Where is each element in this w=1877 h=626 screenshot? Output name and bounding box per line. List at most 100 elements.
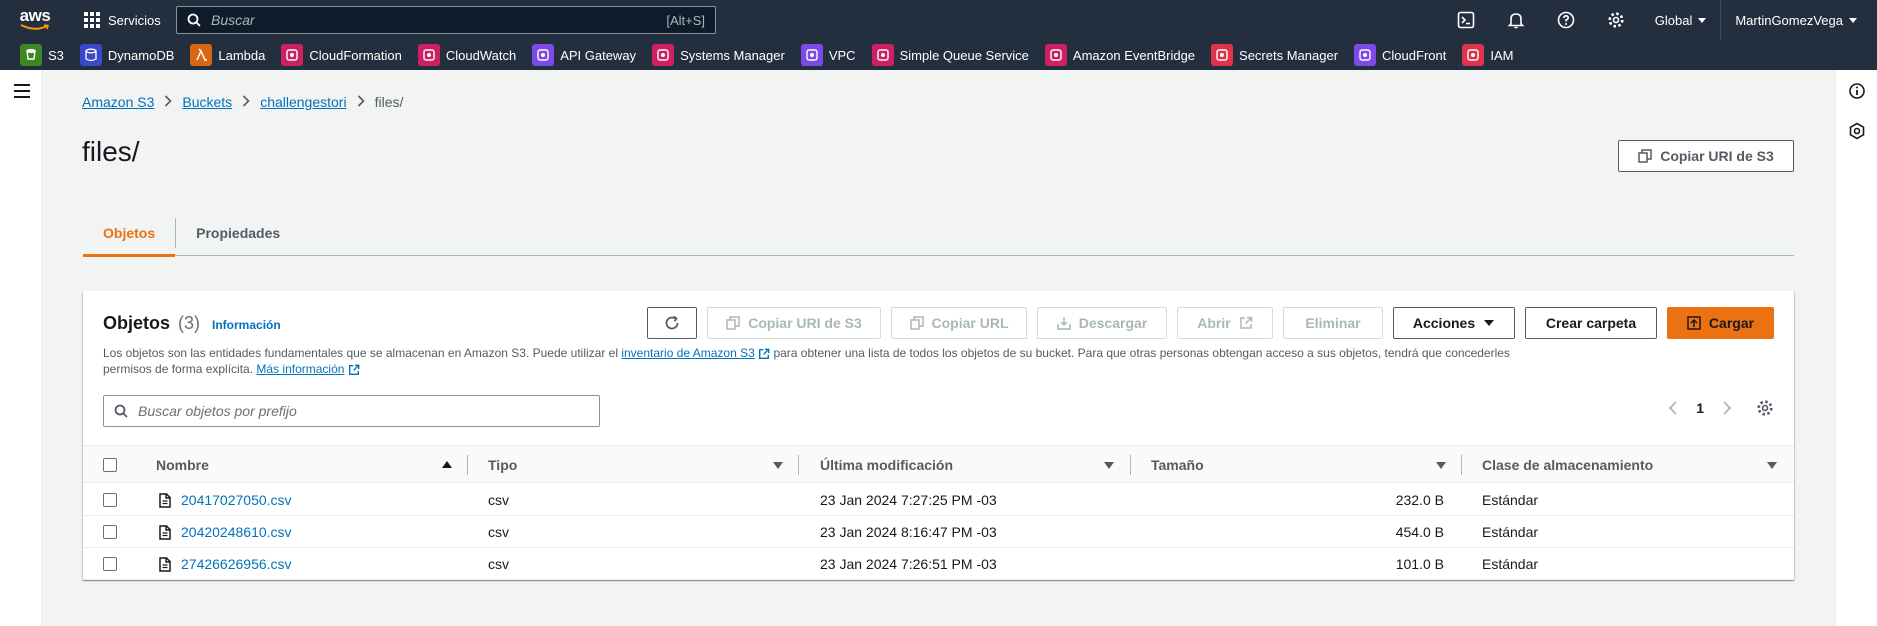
favorite-cloudformation[interactable]: CloudFormation bbox=[281, 44, 402, 66]
region-label: Global bbox=[1654, 12, 1693, 28]
info-link[interactable]: Información bbox=[212, 318, 281, 332]
object-type: csv bbox=[488, 556, 509, 572]
favorite-label: DynamoDB bbox=[107, 47, 175, 63]
cloudfront-service-icon bbox=[1354, 44, 1377, 66]
tab-properties[interactable]: Propiedades bbox=[176, 210, 300, 256]
row-checkbox[interactable] bbox=[103, 493, 117, 507]
column-header-modified[interactable]: Última modificación bbox=[820, 446, 953, 484]
favorite-dynamodb[interactable]: DynamoDB bbox=[79, 44, 175, 66]
breadcrumb: Amazon S3 Buckets challengestori files/ bbox=[82, 94, 403, 110]
column-header-size[interactable]: Tamaño bbox=[1151, 446, 1204, 484]
object-size: 101.0 B bbox=[1395, 556, 1444, 572]
favorite-iam[interactable]: IAM bbox=[1462, 44, 1513, 66]
caret-down-icon bbox=[1849, 17, 1857, 23]
breadcrumb-bucket-name[interactable]: challengestori bbox=[260, 94, 346, 110]
delete-button[interactable]: Eliminar bbox=[1283, 307, 1383, 339]
aws-logo-text: aws bbox=[19, 6, 51, 25]
object-name-link[interactable]: 20417027050.csv bbox=[181, 492, 292, 508]
create-folder-button[interactable]: Crear carpeta bbox=[1525, 307, 1657, 339]
copy-s3-uri-disabled-button[interactable]: Copiar URI de S3 bbox=[707, 307, 881, 339]
column-header-type[interactable]: Tipo bbox=[488, 446, 517, 484]
notifications-button[interactable] bbox=[1491, 0, 1541, 40]
help-button[interactable] bbox=[1541, 0, 1591, 40]
favorite-simple-queue-service[interactable]: Simple Queue Service bbox=[871, 44, 1029, 66]
object-search-placeholder: Buscar objetos por prefijo bbox=[138, 403, 297, 419]
column-header-name[interactable]: Nombre bbox=[156, 446, 209, 484]
aws-logo[interactable]: aws bbox=[0, 0, 70, 40]
services-label: Servicios bbox=[108, 12, 161, 28]
objects-heading: Objetos bbox=[103, 313, 171, 333]
refresh-button[interactable] bbox=[647, 307, 697, 339]
favorite-cloudfront[interactable]: CloudFront bbox=[1354, 44, 1446, 66]
simple-queue-service-service-icon bbox=[871, 44, 894, 66]
gear-icon[interactable] bbox=[1756, 399, 1774, 417]
settings-button[interactable] bbox=[1591, 0, 1641, 40]
tab-objects[interactable]: Objetos bbox=[83, 210, 176, 257]
cloudshell-button[interactable] bbox=[1441, 0, 1491, 40]
upload-icon bbox=[1687, 316, 1701, 330]
search-icon bbox=[114, 404, 128, 418]
hexagon-icon[interactable] bbox=[1848, 122, 1866, 140]
table-row[interactable]: 27426626956.csv csv 23 Jan 2024 7:26:51 PM… bbox=[83, 548, 1794, 580]
info-icon[interactable] bbox=[1848, 82, 1866, 100]
favorite-s3[interactable]: S3 bbox=[20, 44, 64, 66]
download-button[interactable]: Descargar bbox=[1037, 307, 1167, 339]
more-info-link[interactable]: Más información bbox=[256, 362, 344, 376]
table-row[interactable]: 20417027050.csv csv 23 Jan 2024 7:27:25 PM… bbox=[83, 484, 1794, 516]
favorite-secrets-manager[interactable]: Secrets Manager bbox=[1211, 44, 1338, 66]
sort-icon[interactable] bbox=[1767, 462, 1777, 469]
select-all-checkbox[interactable] bbox=[103, 458, 117, 472]
sort-ascending-icon[interactable] bbox=[442, 461, 452, 468]
copy-s3-uri-button[interactable]: Copiar URI de S3 bbox=[1618, 140, 1794, 172]
actions-dropdown[interactable]: Acciones bbox=[1393, 307, 1515, 339]
sort-icon[interactable] bbox=[1104, 462, 1114, 469]
favorite-systems-manager[interactable]: Systems Manager bbox=[652, 44, 785, 66]
chevron-left-icon[interactable] bbox=[1668, 401, 1678, 415]
global-search-input[interactable]: Buscar [Alt+S] bbox=[176, 6, 716, 34]
sort-icon[interactable] bbox=[1436, 462, 1446, 469]
open-button[interactable]: Abrir bbox=[1177, 307, 1273, 339]
page-number[interactable]: 1 bbox=[1696, 400, 1704, 416]
favorite-api-gateway[interactable]: API Gateway bbox=[532, 44, 636, 66]
menu-icon[interactable] bbox=[14, 84, 30, 102]
services-menu-button[interactable]: Servicios bbox=[84, 12, 161, 28]
object-name-link[interactable]: 20420248610.csv bbox=[181, 524, 292, 540]
region-selector[interactable]: Global bbox=[1641, 0, 1721, 40]
favorites-bar: S3 DynamoDB Lambda CloudFormation CloudWatch… bbox=[0, 40, 1877, 70]
object-type: csv bbox=[488, 492, 509, 508]
column-header-storage-class[interactable]: Clase de almacenamiento bbox=[1482, 446, 1653, 484]
column-modified-label: Última modificación bbox=[820, 457, 954, 473]
refresh-icon bbox=[665, 315, 679, 330]
object-name-link[interactable]: 27426626956.csv bbox=[181, 556, 292, 572]
create-folder-label: Crear carpeta bbox=[1545, 315, 1637, 331]
favorite-amazon-eventbridge[interactable]: Amazon EventBridge bbox=[1044, 44, 1195, 66]
table-row[interactable]: 20420248610.csv csv 23 Jan 2024 8:16:47 PM… bbox=[83, 516, 1794, 548]
page-title: files/ bbox=[82, 136, 140, 167]
favorite-lambda[interactable]: Lambda bbox=[190, 44, 265, 66]
account-menu[interactable]: MartinGomezVega bbox=[1720, 0, 1877, 40]
column-size-label: Tamaño bbox=[1151, 457, 1204, 473]
chevron-right-icon[interactable] bbox=[1722, 401, 1732, 415]
row-checkbox[interactable] bbox=[103, 525, 117, 539]
upload-button[interactable]: Cargar bbox=[1667, 307, 1774, 339]
dynamodb-service-icon bbox=[79, 44, 102, 66]
search-icon bbox=[187, 13, 201, 27]
help-icon bbox=[1557, 11, 1575, 29]
favorite-label: S3 bbox=[48, 47, 64, 63]
breadcrumb-amazon-s3[interactable]: Amazon S3 bbox=[82, 94, 154, 110]
cloudwatch-service-icon bbox=[417, 44, 440, 66]
object-storage-class: Estándar bbox=[1482, 524, 1539, 540]
inventory-link[interactable]: inventario de Amazon S3 bbox=[621, 346, 754, 360]
object-search-input[interactable]: Buscar objetos por prefijo bbox=[103, 395, 600, 427]
breadcrumb-buckets[interactable]: Buckets bbox=[182, 94, 232, 110]
favorite-cloudwatch[interactable]: CloudWatch bbox=[417, 44, 516, 66]
copy-url-button[interactable]: Copiar URL bbox=[891, 307, 1027, 339]
objects-actions: Copiar URI de S3 Copiar URL Descargar Ab… bbox=[647, 307, 1774, 339]
favorite-label: CloudFront bbox=[1382, 47, 1447, 63]
favorite-label: IAM bbox=[1490, 47, 1514, 63]
sort-icon[interactable] bbox=[773, 462, 783, 469]
favorite-vpc[interactable]: VPC bbox=[800, 44, 856, 66]
breadcrumb-current: files/ bbox=[374, 94, 404, 110]
object-modified: 23 Jan 2024 7:27:25 PM -03 bbox=[820, 492, 997, 508]
row-checkbox[interactable] bbox=[103, 557, 117, 571]
